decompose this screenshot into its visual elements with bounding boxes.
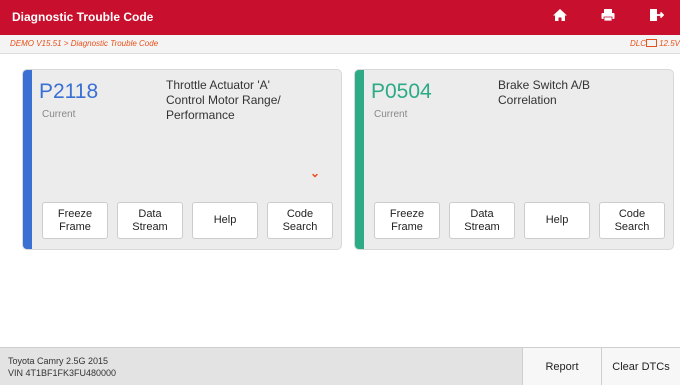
help-button[interactable]: Help xyxy=(192,202,258,239)
data-stream-button[interactable]: Data Stream xyxy=(449,202,515,239)
dtc-card: P2118 Current Throttle Actuator 'A' Cont… xyxy=(22,69,342,250)
print-button[interactable] xyxy=(588,0,628,35)
breadcrumb: DEMO V15.51 > Diagnostic Trouble Code xyxy=(10,39,159,48)
bottom-bar: Toyota Camry 2.5G 2015 VIN 4T1BF1FK3FU48… xyxy=(0,347,680,385)
dtc-description: Throttle Actuator 'A' Control Motor Rang… xyxy=(166,78,281,122)
help-button[interactable]: Help xyxy=(524,202,590,239)
card-accent-bar xyxy=(355,70,364,249)
home-icon xyxy=(552,7,568,28)
battery-icon xyxy=(646,39,658,47)
title-bar: Diagnostic Trouble Code xyxy=(0,0,680,35)
home-button[interactable] xyxy=(540,0,580,35)
dtc-code: P0504 xyxy=(371,80,432,103)
freeze-frame-button[interactable]: Freeze Frame xyxy=(42,202,108,239)
card-accent-bar xyxy=(23,70,32,249)
dtc-description: Brake Switch A/B Correlation xyxy=(498,78,591,107)
page-title: Diagnostic Trouble Code xyxy=(12,10,154,24)
freeze-frame-button[interactable]: Freeze Frame xyxy=(374,202,440,239)
exit-button[interactable] xyxy=(636,0,676,35)
dlc-label: DLC xyxy=(629,39,646,48)
dtc-code: P2118 xyxy=(39,80,99,103)
dtc-status: Current xyxy=(374,109,408,120)
vehicle-info: Toyota Camry 2.5G 2015 VIN 4T1BF1FK3FU48… xyxy=(8,355,116,379)
report-button[interactable]: Report xyxy=(522,348,601,385)
exit-icon xyxy=(648,7,665,28)
code-search-button[interactable]: Code Search xyxy=(599,202,665,239)
battery-voltage: 12.5V xyxy=(646,39,680,48)
dtc-status: Current xyxy=(42,109,76,120)
expand-chevron-icon[interactable]: ⌄ xyxy=(310,166,320,180)
code-search-button[interactable]: Code Search xyxy=(267,202,333,239)
breadcrumb-bar: DEMO V15.51 > Diagnostic Trouble Code DL… xyxy=(0,35,680,54)
vehicle-model: Toyota Camry 2.5G 2015 xyxy=(8,356,109,366)
dtc-card: P0504 Current Brake Switch A/B Correlati… xyxy=(354,69,674,250)
print-icon xyxy=(600,7,616,28)
data-stream-button[interactable]: Data Stream xyxy=(117,202,183,239)
clear-dtcs-button[interactable]: Clear DTCs xyxy=(601,348,680,385)
vehicle-vin: VIN 4T1BF1FK3FU480000 xyxy=(8,368,117,378)
